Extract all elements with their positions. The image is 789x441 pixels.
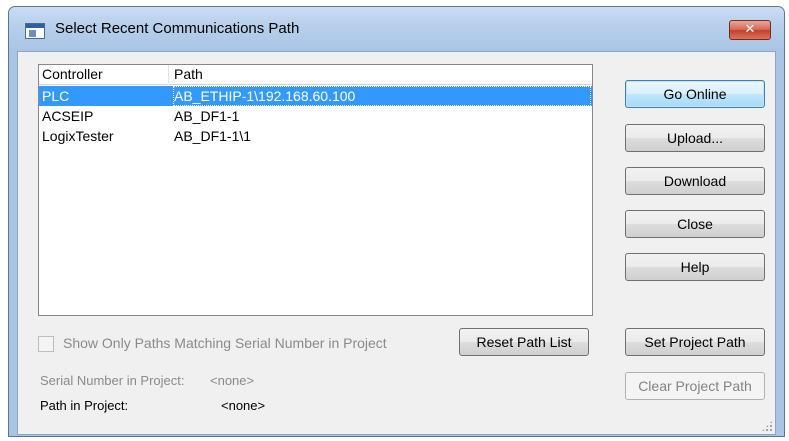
list-row-plc[interactable]: PLC AB_ETHIP-1\192.168.60.100: [39, 86, 592, 106]
close-icon: ✕: [744, 22, 756, 37]
close-button[interactable]: Close: [625, 210, 765, 238]
set-project-path-button[interactable]: Set Project Path: [625, 328, 765, 356]
row-controller: LogixTester: [42, 128, 114, 144]
column-header-path[interactable]: Path: [169, 65, 593, 85]
window-title: Select Recent Communications Path: [55, 20, 300, 37]
show-only-matching-checkbox[interactable]: [38, 336, 54, 352]
recent-paths-list[interactable]: Controller Path PLC AB_ETHIP-1\192.168.6…: [38, 64, 593, 316]
clear-project-path-button[interactable]: Clear Project Path: [625, 372, 765, 400]
dialog-window: Select Recent Communications Path ✕ Cont…: [8, 6, 785, 437]
resize-grip-icon[interactable]: [761, 420, 773, 432]
title-bar[interactable]: Select Recent Communications Path ✕: [9, 7, 784, 51]
serial-number-value: <none>: [210, 373, 255, 388]
row-path: AB_DF1-1: [174, 108, 240, 124]
path-in-project-value: <none>: [221, 398, 266, 413]
row-path: AB_DF1-1\1: [174, 128, 252, 144]
dialog-client-area: Controller Path PLC AB_ETHIP-1\192.168.6…: [17, 51, 776, 435]
upload-button[interactable]: Upload...: [625, 124, 765, 152]
show-only-matching-label: Show Only Paths Matching Serial Number i…: [63, 335, 387, 351]
help-button[interactable]: Help: [625, 253, 765, 281]
list-header: Controller Path: [39, 65, 592, 85]
close-window-button[interactable]: ✕: [729, 20, 771, 40]
path-in-project-label: Path in Project:: [40, 398, 129, 413]
go-online-button[interactable]: Go Online: [625, 80, 765, 108]
list-row-logixtester[interactable]: LogixTester AB_DF1-1\1: [39, 126, 592, 146]
column-header-controller[interactable]: Controller: [39, 65, 169, 85]
window-app-icon: [25, 23, 45, 39]
row-controller: PLC: [42, 88, 70, 104]
download-button[interactable]: Download: [625, 167, 765, 195]
row-path: AB_ETHIP-1\192.168.60.100: [173, 86, 591, 106]
serial-number-label: Serial Number in Project:: [40, 373, 185, 388]
list-row-acseip[interactable]: ACSEIP AB_DF1-1: [39, 106, 592, 126]
row-controller: ACSEIP: [42, 108, 94, 124]
reset-path-list-button[interactable]: Reset Path List: [459, 328, 589, 356]
